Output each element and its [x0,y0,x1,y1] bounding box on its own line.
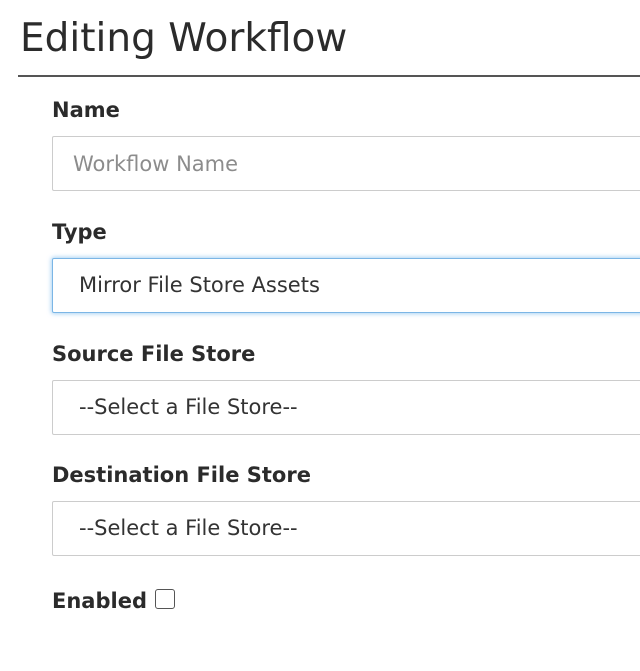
destination-file-store-label: Destination File Store [52,463,311,487]
enabled-label: Enabled [52,589,147,613]
name-label: Name [52,98,120,122]
enabled-row: Enabled [52,587,175,615]
page-title: Editing Workflow [20,16,348,61]
title-divider [18,75,640,77]
destination-file-store-select[interactable]: --Select a File Store-- [52,501,640,556]
source-file-store-label: Source File Store [52,342,256,366]
type-select[interactable]: Mirror File Store Assets [52,258,640,313]
type-label: Type [52,220,107,244]
workflow-name-input[interactable] [52,136,640,191]
enabled-checkbox[interactable] [154,589,175,609]
workflow-editor-page: Editing Workflow Name Type Mirror File S… [0,0,640,671]
source-file-store-select[interactable]: --Select a File Store-- [52,380,640,435]
